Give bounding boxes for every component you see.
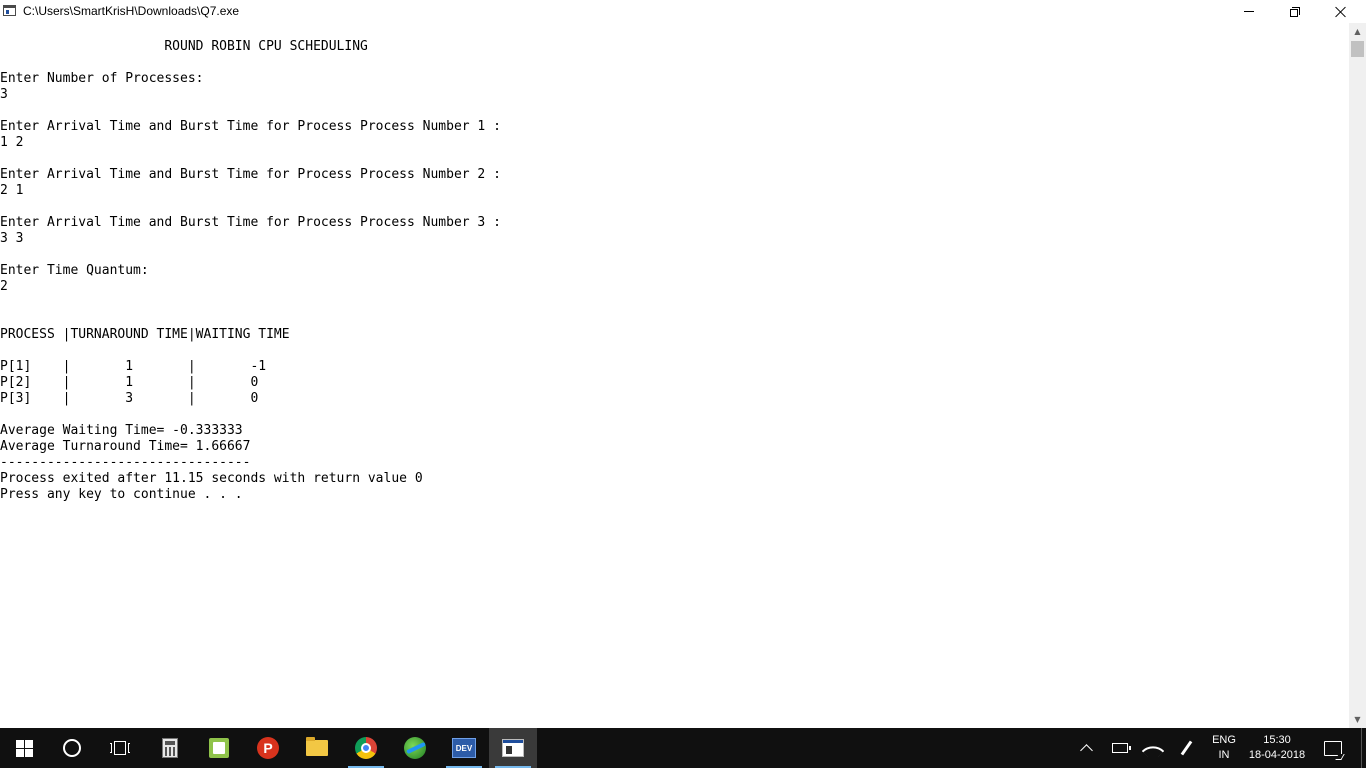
calculator-icon [162, 738, 178, 758]
console-line: Enter Arrival Time and Burst Time for Pr… [0, 215, 501, 230]
close-icon [1335, 6, 1347, 18]
scroll-up-arrow-icon[interactable]: ▲ [1349, 23, 1366, 40]
clock-time: 15:30 [1263, 734, 1291, 746]
console-line: 3 3 [0, 231, 24, 246]
scrollbar-thumb[interactable] [1351, 41, 1364, 57]
taskbar-app-console[interactable] [489, 728, 537, 768]
console-line: 3 [0, 87, 8, 102]
chrome-icon [355, 737, 377, 759]
console-app-icon [502, 739, 524, 757]
ps-app-icon: P [257, 737, 279, 759]
language-region: IN [1218, 749, 1230, 761]
console-line: 2 1 [0, 183, 24, 198]
console-line: Enter Arrival Time and Burst Time for Pr… [0, 167, 501, 182]
folder-icon [306, 737, 328, 756]
restore-icon [1290, 6, 1300, 17]
show-desktop-button[interactable] [1361, 728, 1366, 768]
console-line: ROUND ROBIN CPU SCHEDULING [0, 39, 368, 54]
devcpp-icon: DEV [452, 738, 476, 758]
console-line: PROCESS |TURNAROUND TIME|WAITING TIME [0, 327, 290, 342]
console-line: P[2] | 1 | 0 [0, 375, 259, 390]
network-button[interactable] [1141, 728, 1165, 768]
taskbar: P DEV ENG IN 15:30 18-04-2018 [0, 728, 1366, 768]
console-line: P[1] | 1 | -1 [0, 359, 267, 374]
vertical-scrollbar[interactable]: ▲ ▼ [1349, 23, 1366, 728]
console-line: Press any key to continue . . . [0, 487, 243, 502]
window-title: C:\Users\SmartKrisH\Downloads\Q7.exe [23, 4, 240, 18]
console-output[interactable]: ROUND ROBIN CPU SCHEDULING Enter Number … [0, 23, 1349, 728]
clock-button[interactable]: 15:30 18-04-2018 [1243, 728, 1311, 768]
notepadpp-icon [209, 738, 229, 758]
console-line: Average Turnaround Time= 1.66667 [0, 439, 251, 454]
console-line: 2 [0, 279, 8, 294]
console-line: Process exited after 11.15 seconds with … [0, 471, 423, 486]
pen-icon [1180, 740, 1192, 756]
taskbar-app-file-explorer[interactable] [293, 728, 341, 768]
cortana-icon [63, 739, 81, 757]
clock-date: 18-04-2018 [1248, 749, 1306, 761]
title-bar[interactable]: C:\Users\SmartKrisH\Downloads\Q7.exe [0, 0, 1366, 23]
task-view-button[interactable] [96, 728, 144, 768]
windows-ink-button[interactable] [1176, 728, 1196, 768]
restore-button[interactable] [1272, 0, 1318, 23]
scroll-down-arrow-icon[interactable]: ▼ [1349, 711, 1366, 728]
minimize-icon [1244, 11, 1254, 12]
taskbar-app-devcpp[interactable]: DEV [440, 728, 488, 768]
notification-icon [1324, 740, 1342, 756]
action-center-button[interactable] [1318, 728, 1348, 768]
wifi-icon [1141, 739, 1165, 763]
console-window-icon [3, 5, 16, 16]
minimize-button[interactable] [1226, 0, 1272, 23]
language-code: ENG [1212, 734, 1236, 746]
taskbar-app-idm[interactable] [391, 728, 439, 768]
console-line: -------------------------------- [0, 455, 251, 470]
console-line: 1 2 [0, 135, 24, 150]
battery-icon [1112, 743, 1131, 753]
console-line: Enter Arrival Time and Burst Time for Pr… [0, 119, 501, 134]
close-button[interactable] [1318, 0, 1364, 23]
search-button[interactable] [48, 728, 96, 768]
battery-button[interactable] [1110, 728, 1131, 768]
windows-logo-icon [15, 739, 33, 757]
input-language-button[interactable]: ENG IN [1207, 728, 1241, 768]
globe-download-icon [404, 737, 426, 759]
show-hidden-icons-button[interactable] [1077, 728, 1095, 768]
console-line: Enter Number of Processes: [0, 71, 204, 86]
chevron-up-icon [1079, 744, 1093, 757]
console-line: Enter Time Quantum: [0, 263, 149, 278]
taskbar-app-ps[interactable]: P [244, 728, 292, 768]
taskbar-app-notepadpp[interactable] [195, 728, 243, 768]
task-view-icon [110, 741, 130, 755]
console-line: P[3] | 3 | 0 [0, 391, 259, 406]
console-line: Average Waiting Time= -0.333333 [0, 423, 243, 438]
taskbar-app-calculator[interactable] [146, 728, 194, 768]
taskbar-app-chrome[interactable] [342, 728, 390, 768]
start-button[interactable] [0, 728, 48, 768]
